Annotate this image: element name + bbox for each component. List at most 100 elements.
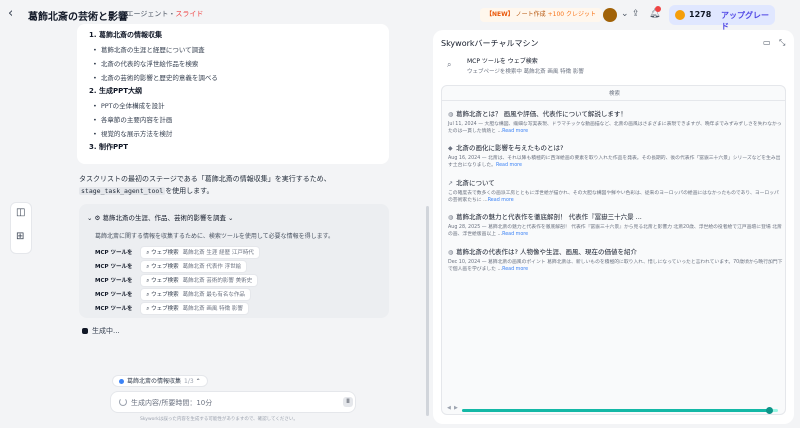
agent-icon: ⚙	[118, 10, 125, 18]
search-label: ウェブ検索	[151, 292, 179, 298]
globe-icon: ◍	[448, 111, 454, 118]
chevron-down-icon: ⌄	[87, 214, 93, 222]
read-more-link[interactable]: Read more	[502, 267, 528, 272]
search-chip: ⌕ ウェブ検索 葛飾北斎 最も有名な作品	[140, 288, 251, 301]
promo-banner[interactable]: 【NEW】 ノート作成 +100 クレジット	[480, 8, 602, 22]
chat-input[interactable]: 生成内容/所要時間：10分 II	[110, 391, 356, 413]
plan-item: 北斎の芸術的影響と歴史的意義を調べる	[93, 72, 218, 82]
tool-call-row[interactable]: MCP ツールを ⌕ ウェブ検索 葛飾北斎 生涯 経歴 江戸時代	[95, 246, 260, 259]
task-plan-card: 1. 葛飾北斎の情報収集 葛飾北斎の生涯と経歴について調査 北斎の代表的な浮世絵…	[77, 24, 389, 164]
collapse-icon[interactable]: ⤡	[779, 38, 785, 48]
chat-input-placeholder: 生成内容/所要時間：10分	[131, 399, 213, 407]
search-chip: ⌕ ウェブ検索 葛飾北斎 芸術的影響 美術史	[140, 274, 259, 287]
stage-status-pill[interactable]: 葛飾北斎の情報収集 1/3 ⌃	[112, 375, 208, 387]
search-label: ウェブ検索	[151, 264, 179, 270]
stage-dot-icon	[119, 379, 124, 384]
result-title[interactable]: 北斎の画化に影響を与えたものとは?	[456, 144, 563, 152]
search-chip: ⌕ ウェブ検索 葛飾北斎 画風 特徴 影響	[140, 302, 249, 315]
site-icon: ◆	[448, 145, 453, 152]
search-result[interactable]: ◆ 北斎の画化に影響を与えたものとは? Aug 16, 2024 — 北斎は、それ…	[448, 142, 783, 169]
promo-new-tag: 【NEW】	[486, 11, 514, 18]
read-more-link[interactable]: Read more	[488, 198, 514, 203]
result-title[interactable]: 北斎について	[456, 179, 495, 187]
search-icon: ⌕	[146, 264, 150, 270]
notification-badge	[655, 6, 661, 12]
scrollbar[interactable]	[426, 206, 429, 416]
chevron-down-icon[interactable]: ⌄	[621, 9, 629, 19]
promo-credit: +100 クレジット	[547, 11, 596, 18]
progress-track[interactable]	[462, 407, 778, 414]
browser-title: 検索	[608, 91, 620, 97]
result-title[interactable]: 葛飾北斎の魅力と代表作を徹底解剖！ 代表作『冨嶽三十六景 ...	[456, 213, 642, 221]
credits-panel[interactable]: 1278 アップグレード	[669, 5, 775, 31]
search-label: ウェブ検索	[151, 250, 179, 256]
search-result[interactable]: ◍ 葛飾北斎とは？ 画風や評価、代表作について解説します！ Jul 11, 202…	[448, 108, 783, 135]
panel-toggle-icon[interactable]: ◫	[16, 207, 25, 218]
tool-label: MCP ツールを	[95, 292, 133, 298]
result-snippet: Dec 10, 2024 — 葛飾北斎の画風のポイント 葛飾北斎は、新しいものを…	[448, 260, 783, 272]
search-result[interactable]: ◍ 葛飾北斎の魅力と代表作を徹底解剖！ 代表作『冨嶽三十六景 ... Aug 28…	[448, 211, 783, 238]
add-icon[interactable]: ⊞	[16, 231, 24, 242]
vm-title: Skyworkバーチャルマシン	[441, 39, 539, 48]
plan-heading: 3. 制作PPT	[89, 143, 129, 151]
task-title[interactable]: ⌄ ⚙ 葛飾北斎の生涯、作品、芸術的影響を調査 ⌄	[87, 212, 233, 222]
previous-icon[interactable]: ◀	[447, 405, 451, 411]
tool-call-row[interactable]: MCP ツールを ⌕ ウェブ検索 葛飾北斎 芸術的影響 美術史	[95, 274, 259, 287]
page-title: 葛飾北斎の芸術と影響	[28, 12, 128, 23]
result-title[interactable]: 葛飾北斎の代表作は? 人物像や生涯、画風、現在の価値を紹介	[456, 248, 637, 256]
gear-icon: ⚙	[94, 214, 101, 222]
progress-knob[interactable]	[765, 407, 773, 414]
disclaimer: Skyworkは誤った内容を生成する可能性がありますので、確認してください。	[140, 417, 298, 422]
vm-tool-subline: ウェブページを検索中 葛飾北斎 画風 特徴 影響	[467, 69, 584, 75]
plan-item: 北斎の代表的な浮世絵作品を検索	[93, 58, 199, 68]
result-title[interactable]: 葛飾北斎とは？ 画風や評価、代表作について解説します！	[456, 110, 627, 118]
search-result[interactable]: ↗ 北斎について この確度去で数多くの画派工房とともに浮世絵が描かれ、その大胆な構…	[448, 177, 783, 204]
tool-label: MCP ツールを	[95, 306, 133, 312]
promo-text: ノート作成	[515, 11, 546, 18]
coin-icon	[675, 10, 685, 20]
plan-item: PPTの全体構成を設計	[93, 100, 165, 110]
chevron-up-icon: ⌃	[195, 378, 201, 385]
read-more-link[interactable]: Read more	[502, 232, 528, 237]
mode-indicator[interactable]: ⚙ エージェント・スライド	[118, 9, 203, 19]
avatar[interactable]	[603, 8, 617, 22]
tool-code: stage_task_agent_tool	[79, 187, 166, 195]
search-icon: ⌕	[146, 278, 150, 284]
search-icon: ⌕	[146, 306, 150, 312]
pause-button[interactable]: II	[343, 397, 353, 407]
tool-call-row[interactable]: MCP ツールを ⌕ ウェブ検索 葛飾北斎 代表作 浮世絵	[95, 260, 248, 273]
next-icon[interactable]: ▶	[454, 405, 458, 411]
intro-message: タスクリストの最初のステージである「葛飾北斎の情報収集」を実行するため、 sta…	[79, 173, 379, 197]
read-more-link[interactable]: Read more	[496, 163, 522, 168]
mode-agent-label: エージェント	[126, 10, 169, 18]
search-query: 葛飾北斎 代表作 浮世絵	[182, 264, 242, 270]
share-icon[interactable]: ⇪	[632, 9, 640, 19]
search-result[interactable]: ◍ 葛飾北斎の代表作は? 人物像や生涯、画風、現在の価値を紹介 Dec 10, 2…	[448, 246, 783, 273]
task-card: ⌄ ⚙ 葛飾北斎の生涯、作品、芸術的影響を調査 ⌄ 葛飾北斎に関する情報を収集す…	[79, 204, 389, 318]
search-label: ウェブ検索	[151, 278, 179, 284]
generating-text: 生成中...	[92, 327, 120, 335]
search-chip: ⌕ ウェブ検索 葛飾北斎 代表作 浮世絵	[140, 260, 248, 273]
cast-icon[interactable]: ▭	[763, 38, 771, 47]
search-icon: ⌕	[146, 292, 150, 298]
result-snippet: Aug 28, 2025 — 葛飾北斎の魅力と代表作を徹底解剖！ 代表作『冨嶽三…	[448, 225, 782, 237]
generating-status: 生成中...	[82, 326, 120, 336]
browser-divider	[442, 100, 785, 101]
tool-call-row[interactable]: MCP ツールを ⌕ ウェブ検索 葛飾北斎 最も有名な作品	[95, 288, 251, 301]
back-icon[interactable]: ‹	[8, 6, 13, 21]
intro-line-suffix: を使用します。	[165, 187, 214, 195]
link-icon: ↗	[448, 180, 454, 187]
search-query: 葛飾北斎 画風 特徴 影響	[182, 306, 243, 312]
tool-label: MCP ツールを	[95, 264, 133, 270]
credits-value: 1278	[689, 10, 712, 19]
plan-item: 視覚的な展示方法を検討	[93, 128, 173, 138]
tool-call-row[interactable]: MCP ツールを ⌕ ウェブ検索 葛飾北斎 画風 特徴 影響	[95, 302, 249, 315]
upgrade-button[interactable]: アップグレード	[721, 10, 775, 32]
stage-label: 葛飾北斎の情報収集	[127, 378, 182, 385]
task-title-text: 葛飾北斎の生涯、作品、芸術的影響を調査	[102, 214, 226, 222]
result-snippet: Jul 11, 2024 — 大胆な構図、繊細な写実表現、ドラマチックな動画描な…	[448, 122, 782, 134]
search-query: 葛飾北斎 生涯 経歴 江戸時代	[182, 250, 254, 256]
generating-icon	[82, 328, 88, 334]
side-toolbar: ◫ ⊞	[10, 202, 32, 254]
read-more-link[interactable]: Read more	[502, 129, 528, 134]
